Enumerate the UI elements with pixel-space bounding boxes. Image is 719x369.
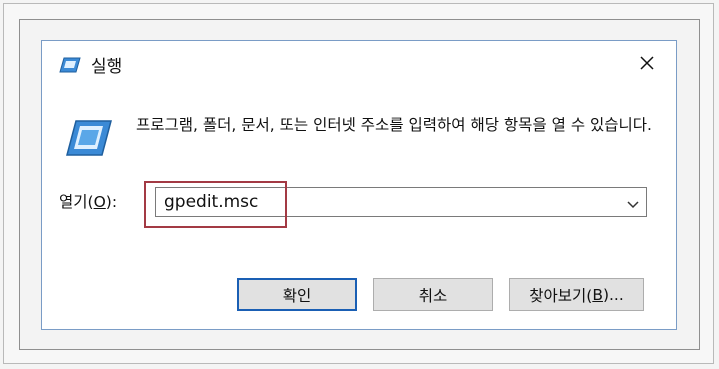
open-label: 열기(O): — [59, 190, 117, 212]
open-label-suffix: ): — [105, 193, 118, 211]
browse-label-suffix: )... — [602, 285, 624, 304]
run-icon — [59, 57, 81, 73]
dialog-description: 프로그램, 폴더, 문서, 또는 인터넷 주소를 입력하여 해당 항목을 열 수… — [136, 116, 652, 134]
close-button[interactable] — [632, 51, 662, 79]
window-title: 실행 — [91, 57, 123, 77]
run-large-icon — [66, 120, 112, 156]
chevron-down-icon[interactable] — [626, 196, 640, 209]
close-icon — [639, 55, 655, 75]
cancel-button[interactable]: 취소 — [373, 278, 493, 311]
open-label-prefix: 열기( — [59, 193, 94, 211]
browse-label-mnemonic: B — [592, 285, 603, 304]
browse-label-prefix: 찾아보기( — [529, 286, 593, 305]
browse-button[interactable]: 찾아보기(B)... — [509, 278, 644, 311]
open-combobox[interactable]: gpedit.msc — [155, 187, 647, 217]
ok-button[interactable]: 확인 — [237, 278, 357, 311]
open-label-mnemonic: O — [93, 193, 106, 211]
run-dialog: 실행 프로그램, 폴더, 문서, 또는 인터넷 주소를 입력하여 해당 항목을 … — [41, 40, 677, 330]
title-bar: 실행 — [42, 41, 676, 89]
open-input[interactable]: gpedit.msc — [164, 192, 258, 212]
